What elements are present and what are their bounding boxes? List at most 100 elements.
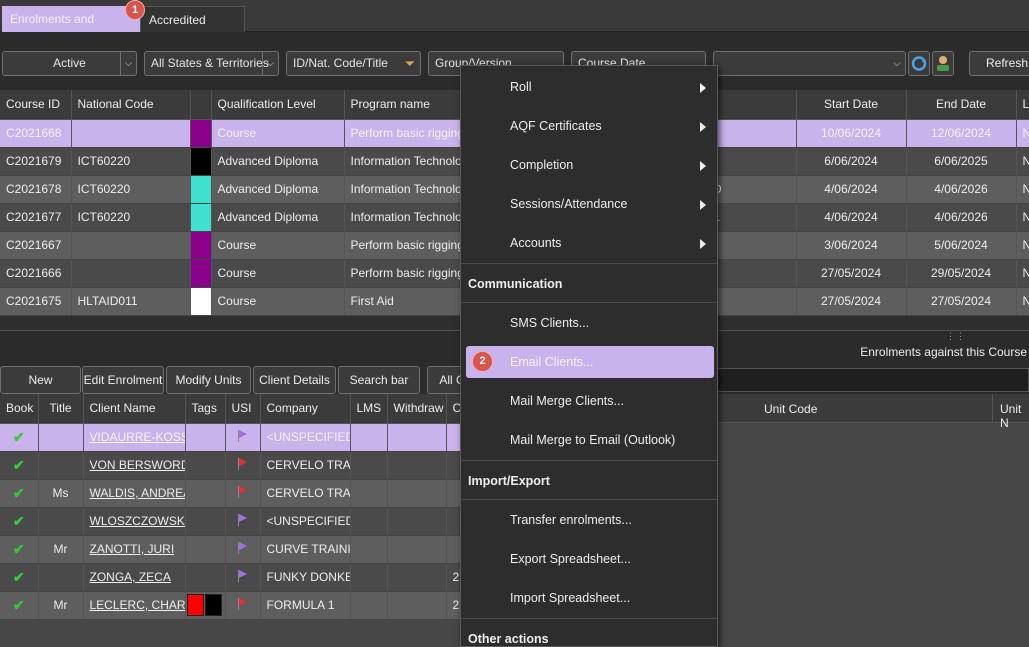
cell-l: N xyxy=(1016,203,1029,232)
splitter-grip[interactable]: ⋮⋮ xyxy=(946,331,966,342)
col-book[interactable]: Book xyxy=(0,394,39,424)
tab-enrolments-and-results[interactable]: Enrolments and Results xyxy=(2,6,140,52)
cell-book: ✔ xyxy=(0,507,39,536)
color-swatch xyxy=(190,287,210,314)
color-swatch xyxy=(190,119,210,146)
cell-national-code: ICT60220 xyxy=(71,147,191,176)
menu-item-accounts[interactable]: Accounts xyxy=(461,224,717,263)
enrolment-row[interactable]: ✔ VIDAURRE-KOSSM <UNSPECIFIED xyxy=(0,423,471,452)
menu-item-export-spreadsheet[interactable]: Export Spreadsheet... xyxy=(461,540,717,579)
col-start-date[interactable]: Start Date xyxy=(796,90,907,120)
cell-client-name[interactable]: VON BERSWORDT xyxy=(83,451,186,480)
menu-section-import-export: Import/Export xyxy=(461,460,717,500)
col-l[interactable]: L xyxy=(1016,90,1029,120)
col-withdraw[interactable]: Withdraw xyxy=(387,394,447,424)
context-menu: Roll AQF Certificates Completion Session… xyxy=(460,65,718,647)
cell-lms xyxy=(350,563,388,592)
menu-item-sessions-attendance[interactable]: Sessions/Attendance xyxy=(461,185,717,224)
refresh-button[interactable]: Refresh xyxy=(969,51,1029,76)
menu-item-import-spreadsheet[interactable]: Import Spreadsheet... xyxy=(461,579,717,618)
col-unit-code[interactable]: Unit Code xyxy=(764,402,817,416)
user-button[interactable] xyxy=(932,51,954,76)
cell-client-name[interactable]: WALDIS, ANDREA xyxy=(83,479,186,508)
col-tags[interactable]: Tags xyxy=(185,394,226,424)
cell-company: FORMULA 1 xyxy=(260,591,351,620)
cell-usi xyxy=(225,591,261,620)
units-pane: Unit Code Unit N xyxy=(716,394,1029,647)
cell-book: ✔ xyxy=(0,451,39,480)
extra-select[interactable]: ⌵ xyxy=(713,51,906,76)
menu-item-aqf-certificates[interactable]: AQF Certificates xyxy=(461,107,717,146)
cell-start-date: 4/06/2024 xyxy=(796,203,907,232)
menu-item-email-clients[interactable]: Email Clients... xyxy=(466,346,714,378)
menu-item-sms-clients[interactable]: SMS Clients... xyxy=(461,304,717,343)
tab-accredited-courses[interactable]: Accredited Courses xyxy=(140,6,245,53)
status-select[interactable]: Active ⌵ xyxy=(2,51,137,76)
cell-qualification-level: Course xyxy=(211,259,345,288)
cell-withdraw xyxy=(387,479,447,508)
cell-client-name[interactable]: LECLERC, CHARLE xyxy=(83,591,186,620)
col-end-date[interactable]: End Date xyxy=(906,90,1017,120)
col-color[interactable] xyxy=(190,90,212,120)
menu-item-mail-merge-email[interactable]: Mail Merge to Email (Outlook) xyxy=(461,421,717,460)
client-details-button[interactable]: Client Details xyxy=(253,366,336,394)
sync-button[interactable] xyxy=(908,51,930,76)
cell-l: N xyxy=(1016,119,1029,148)
enrolment-row[interactable]: ✔ MrZANOTTI, JURI CURVE TRAININ xyxy=(0,535,471,564)
col-title[interactable]: Title xyxy=(38,394,84,424)
col-national-code[interactable]: National Code xyxy=(71,90,191,120)
modify-units-button[interactable]: Modify Units xyxy=(166,366,251,394)
cell-title xyxy=(38,451,84,480)
chevron-right-icon xyxy=(700,83,706,93)
col-unit-name[interactable]: Unit N xyxy=(1000,402,1029,430)
check-icon: ✔ xyxy=(12,512,25,529)
enrolment-row[interactable]: ✔ VON BERSWORDT CERVELO TRAIN xyxy=(0,451,471,480)
col-qualification-level[interactable]: Qualification Level xyxy=(211,90,345,120)
chevron-right-icon xyxy=(700,122,706,132)
flag-icon xyxy=(237,485,248,498)
chevron-down-icon: ⌵ xyxy=(120,52,136,75)
color-swatch xyxy=(190,203,210,230)
col-usi[interactable]: USI xyxy=(225,394,261,424)
cell-end-date: 6/06/2025 xyxy=(906,147,1017,176)
cell-start-date: 4/06/2024 xyxy=(796,175,907,204)
color-swatch xyxy=(190,231,210,258)
enrolment-row[interactable]: ✔ WLOSZCZOWSKA, <UNSPECIFIED xyxy=(0,507,471,536)
cell-color xyxy=(190,119,212,148)
enrolment-row[interactable]: ✔ZONGA, ZECAFUNKY DONKEY27 xyxy=(0,563,471,592)
cell-course-id: C2021678 xyxy=(0,175,72,204)
search-bar-button[interactable]: Search bar xyxy=(338,366,420,394)
cell-tags xyxy=(185,451,226,480)
flag-icon xyxy=(237,457,248,470)
cell-lms xyxy=(350,591,388,620)
cell-client-name[interactable]: ZANOTTI, JURI xyxy=(83,535,186,564)
cell-national-code: ICT60220 xyxy=(71,203,191,232)
cell-title: Ms xyxy=(38,479,84,508)
col-company[interactable]: Company xyxy=(260,394,351,424)
enrolment-row[interactable]: ✔MrLECLERC, CHARLEFORMULA 127 xyxy=(0,591,471,620)
cell-national-code xyxy=(71,119,191,148)
cell-lms xyxy=(350,535,388,564)
edit-enrolment-button[interactable]: Edit Enrolment xyxy=(82,366,164,394)
cell-client-name[interactable]: ZONGA, ZECA xyxy=(83,563,186,592)
flag-icon xyxy=(237,429,248,442)
cell-client-name[interactable]: VIDAURRE-KOSSM xyxy=(83,423,186,452)
cell-start-date: 27/05/2024 xyxy=(796,259,907,288)
enrolments-header-row: Book Title Client Name Tags USI Company … xyxy=(0,394,471,424)
cell-lms xyxy=(350,507,388,536)
col-client-name[interactable]: Client Name xyxy=(83,394,186,424)
cell-usi xyxy=(225,507,261,536)
col-lms[interactable]: LMS xyxy=(350,394,388,424)
id-code-filter[interactable]: ID/Nat. Code/Title ⏷ xyxy=(286,51,421,76)
states-select[interactable]: All States & Territories ⌵ xyxy=(144,51,279,76)
cell-tags xyxy=(185,563,226,592)
enrolment-row[interactable]: ✔ MsWALDIS, ANDREA CERVELO TRAIN xyxy=(0,479,471,508)
menu-item-transfer-enrolments[interactable]: Transfer enrolments... xyxy=(461,501,717,540)
menu-item-completion[interactable]: Completion xyxy=(461,146,717,185)
new-enrolment-button[interactable]: New Enrolment xyxy=(0,366,81,413)
cell-client-name[interactable]: WLOSZCZOWSKA, xyxy=(83,507,186,536)
cell-course-id: C2021667 xyxy=(0,231,72,260)
col-course-id[interactable]: Course ID xyxy=(0,90,72,120)
menu-item-mail-merge-clients[interactable]: Mail Merge Clients... xyxy=(461,382,717,421)
menu-item-roll[interactable]: Roll xyxy=(461,68,717,107)
